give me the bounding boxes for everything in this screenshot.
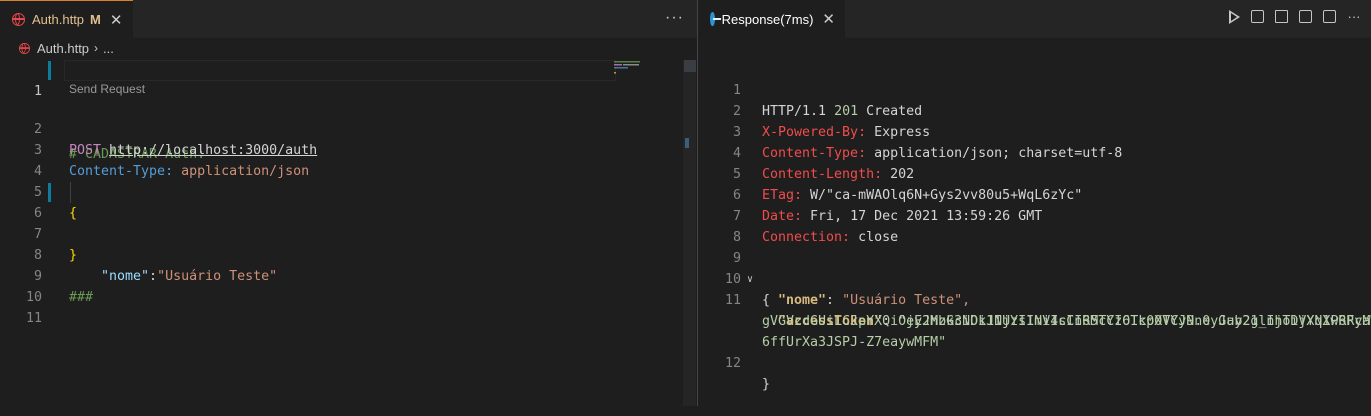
copy-icon[interactable]	[1299, 10, 1312, 23]
code-line-3: 3 Content-Type: application/json	[0, 119, 683, 179]
code-line-10: 10	[0, 266, 683, 305]
response-body[interactable]: 1 HTTP/1.1 201 Created 2 X-Powered-By: E…	[698, 59, 1371, 392]
response-line-1: 1 HTTP/1.1 201 Created	[698, 59, 1371, 119]
code-line-4: 4	[0, 140, 683, 179]
request-editor-pane: Auth.http M ✕ ··· Auth.http › ... 1 # CA…	[0, 0, 697, 406]
line-number: 12	[724, 356, 741, 371]
indent-guide	[70, 182, 71, 203]
tab-response[interactable]: Response(7ms) ✕	[698, 0, 845, 38]
response-line-12: 12 }	[698, 332, 1371, 392]
more-actions-icon[interactable]: ···	[1347, 10, 1361, 24]
vertical-scrollbar[interactable]	[683, 60, 696, 406]
code-line-1: 1 # CADASTRAR Auth:	[0, 60, 683, 162]
send-request-link[interactable]: Send Request	[69, 81, 145, 98]
save-body-icon[interactable]	[1275, 10, 1288, 23]
response-icon	[710, 12, 721, 26]
scrollbar-thumb[interactable]	[684, 60, 696, 72]
response-line-5: 5 ETag: W/"ca-mWAOlq6N+Gys2vv80u5+WqL6zY…	[698, 143, 1371, 203]
modified-indicator: M	[90, 12, 101, 27]
response-line-4: 4 Content-Length: 202	[698, 122, 1371, 182]
response-line-8: 8	[698, 206, 1371, 245]
response-line-9: 9 ∨ {	[698, 227, 1371, 308]
codelens: Send Request	[0, 81, 683, 98]
tab-auth-http[interactable]: Auth.http M ✕	[0, 0, 133, 38]
code-line-5: 5 {	[0, 161, 683, 221]
breadcrumb-more[interactable]: ...	[103, 41, 114, 56]
code-line-11: 11	[0, 287, 683, 326]
code-line-9: 9 ###	[0, 245, 683, 305]
close-tab-icon[interactable]: ✕	[822, 10, 835, 28]
response-line-7: 7 Connection: close	[698, 185, 1371, 245]
run-icon[interactable]	[1229, 10, 1240, 24]
code-editor[interactable]: 1 # CADASTRAR Auth: Send Request 2 POST …	[0, 60, 683, 326]
response-line-11-wrap-1: gVGVzdGUiLCJpYXQiOjE2Mzk3NDk1NjYsImV4cCI…	[698, 290, 1371, 329]
editor-tab-bar: Auth.http M ✕ ···	[0, 0, 697, 38]
http-file-icon	[18, 42, 31, 54]
tab-label: Response(7ms)	[721, 11, 814, 27]
response-line-10: 10 "nome": "Usuário Teste",	[698, 248, 1371, 308]
breadcrumb-file[interactable]: Auth.http	[37, 41, 89, 56]
response-line-6: 6 Date: Fri, 17 Dec 2021 13:59:26 GMT	[698, 164, 1371, 224]
save-icon[interactable]	[1251, 10, 1264, 23]
minimap[interactable]	[612, 60, 682, 90]
code-line-6: 6 "nome":"Usuário Teste"	[0, 182, 683, 284]
modified-gutter-marker	[48, 61, 51, 80]
split-editor-icon[interactable]	[1323, 10, 1336, 23]
code-line-7: 7 }	[0, 203, 683, 263]
response-line-2: 2 X-Powered-By: Express	[698, 80, 1371, 140]
modified-gutter-marker	[48, 183, 51, 202]
response-pane: Response(7ms) ✕ ··· 1 HTTP/1.1 201 Creat…	[698, 0, 1371, 406]
scrollbar-marker	[685, 138, 689, 148]
current-line-highlight	[64, 60, 616, 81]
response-line-11: 11 "accessToken": "eyJhbGciOiJIUzI1NiIsI…	[698, 269, 1371, 329]
tab-label: Auth.http	[32, 12, 85, 27]
response-line-11-wrap-2: 6ffUrXa3JSPJ-Z7eaywMFM"	[698, 311, 1371, 350]
code-line-8: 8	[0, 224, 683, 263]
response-line-3: 3 Content-Type: application/json; charse…	[698, 101, 1371, 161]
editor-actions: ···	[1229, 10, 1361, 24]
breadcrumb: Auth.http › ...	[18, 39, 114, 57]
line-number: 11	[25, 311, 42, 326]
more-actions-icon[interactable]: ···	[665, 9, 684, 27]
http-file-icon	[12, 13, 25, 26]
editor-tab-bar: Response(7ms) ✕ ···	[698, 0, 1371, 38]
close-tab-icon[interactable]: ✕	[110, 11, 123, 29]
chevron-right-icon: ›	[94, 41, 99, 55]
code-line-2: 2 POST http://localhost:3000/auth	[0, 98, 683, 158]
close-brace: }	[762, 377, 771, 392]
